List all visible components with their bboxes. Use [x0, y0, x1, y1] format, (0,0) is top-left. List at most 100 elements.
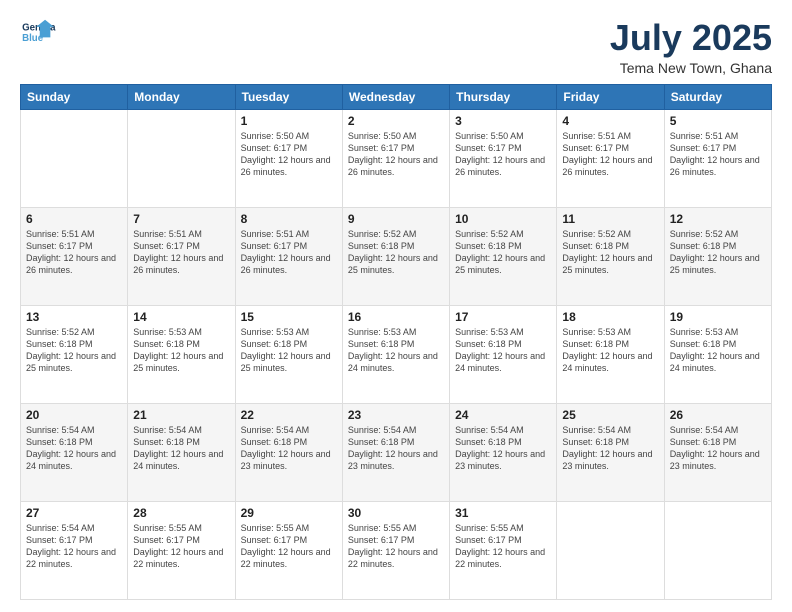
- day-info: Sunrise: 5:52 AM Sunset: 6:18 PM Dayligh…: [348, 228, 444, 277]
- header-wednesday: Wednesday: [342, 84, 449, 109]
- calendar-cell: 5Sunrise: 5:51 AM Sunset: 6:17 PM Daylig…: [664, 109, 771, 207]
- day-number: 10: [455, 212, 551, 226]
- day-info: Sunrise: 5:51 AM Sunset: 6:17 PM Dayligh…: [133, 228, 229, 277]
- day-info: Sunrise: 5:51 AM Sunset: 6:17 PM Dayligh…: [670, 130, 766, 179]
- day-info: Sunrise: 5:54 AM Sunset: 6:18 PM Dayligh…: [562, 424, 658, 473]
- day-number: 12: [670, 212, 766, 226]
- calendar-cell: [128, 109, 235, 207]
- day-info: Sunrise: 5:54 AM Sunset: 6:18 PM Dayligh…: [348, 424, 444, 473]
- week-row-2: 6Sunrise: 5:51 AM Sunset: 6:17 PM Daylig…: [21, 207, 772, 305]
- day-number: 15: [241, 310, 337, 324]
- calendar-cell: [664, 501, 771, 599]
- day-info: Sunrise: 5:50 AM Sunset: 6:17 PM Dayligh…: [455, 130, 551, 179]
- header-monday: Monday: [128, 84, 235, 109]
- day-number: 16: [348, 310, 444, 324]
- calendar-cell: 10 Sunrise: 5:52 AM Sunset: 6:18 PM Dayli…: [450, 207, 557, 305]
- week-row-4: 20 Sunrise: 5:54 AM Sunset: 6:18 PM Dayli…: [21, 403, 772, 501]
- calendar-cell: 18Sunrise: 5:53 AM Sunset: 6:18 PM Dayli…: [557, 305, 664, 403]
- calendar-cell: 17 Sunrise: 5:53 AM Sunset: 6:18 PM Dayli…: [450, 305, 557, 403]
- day-number: 14: [133, 310, 229, 324]
- calendar-cell: 9 Sunrise: 5:52 AM Sunset: 6:18 PM Daylig…: [342, 207, 449, 305]
- calendar-cell: 22Sunrise: 5:54 AM Sunset: 6:18 PM Dayli…: [235, 403, 342, 501]
- day-info: Sunrise: 5:52 AM Sunset: 6:18 PM Dayligh…: [670, 228, 766, 277]
- day-number: 31: [455, 506, 551, 520]
- main-title: July 2025: [610, 18, 772, 58]
- day-info: Sunrise: 5:54 AM Sunset: 6:17 PM Dayligh…: [26, 522, 122, 571]
- calendar-cell: 25 Sunrise: 5:54 AM Sunset: 6:18 PM Dayli…: [557, 403, 664, 501]
- day-info: Sunrise: 5:53 AM Sunset: 6:18 PM Dayligh…: [133, 326, 229, 375]
- day-number: 2: [348, 114, 444, 128]
- day-info: Sunrise: 5:55 AM Sunset: 6:17 PM Dayligh…: [455, 522, 551, 571]
- calendar-cell: 11Sunrise: 5:52 AM Sunset: 6:18 PM Dayli…: [557, 207, 664, 305]
- day-info: Sunrise: 5:54 AM Sunset: 6:18 PM Dayligh…: [455, 424, 551, 473]
- svg-text:General: General: [22, 22, 56, 33]
- calendar-cell: 7Sunrise: 5:51 AM Sunset: 6:17 PM Daylig…: [128, 207, 235, 305]
- calendar-cell: 8Sunrise: 5:51 AM Sunset: 6:17 PM Daylig…: [235, 207, 342, 305]
- day-info: Sunrise: 5:52 AM Sunset: 6:18 PM Dayligh…: [455, 228, 551, 277]
- calendar-cell: 26 Sunrise: 5:54 AM Sunset: 6:18 PM Dayli…: [664, 403, 771, 501]
- day-number: 11: [562, 212, 658, 226]
- calendar-cell: 19 Sunrise: 5:53 AM Sunset: 6:18 PM Dayli…: [664, 305, 771, 403]
- day-info: Sunrise: 5:52 AM Sunset: 6:18 PM Dayligh…: [26, 326, 122, 375]
- day-number: 27: [26, 506, 122, 520]
- calendar-cell: 2Sunrise: 5:50 AM Sunset: 6:17 PM Daylig…: [342, 109, 449, 207]
- day-number: 1: [241, 114, 337, 128]
- page: General Blue July 2025 Tema New Town, Gh…: [0, 0, 792, 612]
- calendar-cell: 13 Sunrise: 5:52 AM Sunset: 6:18 PM Dayli…: [21, 305, 128, 403]
- header-saturday: Saturday: [664, 84, 771, 109]
- week-row-3: 13 Sunrise: 5:52 AM Sunset: 6:18 PM Dayli…: [21, 305, 772, 403]
- day-number: 23: [348, 408, 444, 422]
- calendar-cell: 1 Sunrise: 5:50 AM Sunset: 6:17 PM Daylig…: [235, 109, 342, 207]
- day-info: Sunrise: 5:53 AM Sunset: 6:18 PM Dayligh…: [241, 326, 337, 375]
- day-number: 26: [670, 408, 766, 422]
- logo: General Blue: [20, 18, 56, 48]
- day-info: Sunrise: 5:51 AM Sunset: 6:17 PM Dayligh…: [26, 228, 122, 277]
- calendar-cell: 12 Sunrise: 5:52 AM Sunset: 6:18 PM Dayli…: [664, 207, 771, 305]
- day-number: 3: [455, 114, 551, 128]
- calendar-cell: [557, 501, 664, 599]
- day-info: Sunrise: 5:54 AM Sunset: 6:18 PM Dayligh…: [26, 424, 122, 473]
- day-info: Sunrise: 5:55 AM Sunset: 6:17 PM Dayligh…: [241, 522, 337, 571]
- day-info: Sunrise: 5:53 AM Sunset: 6:18 PM Dayligh…: [348, 326, 444, 375]
- day-info: Sunrise: 5:54 AM Sunset: 6:18 PM Dayligh…: [670, 424, 766, 473]
- calendar-cell: 21Sunrise: 5:54 AM Sunset: 6:18 PM Dayli…: [128, 403, 235, 501]
- calendar-cell: 16 Sunrise: 5:53 AM Sunset: 6:18 PM Dayli…: [342, 305, 449, 403]
- header-sunday: Sunday: [21, 84, 128, 109]
- header-row: Sunday Monday Tuesday Wednesday Thursday…: [21, 84, 772, 109]
- calendar-cell: 20 Sunrise: 5:54 AM Sunset: 6:18 PM Dayli…: [21, 403, 128, 501]
- day-number: 20: [26, 408, 122, 422]
- day-number: 13: [26, 310, 122, 324]
- week-row-1: 1 Sunrise: 5:50 AM Sunset: 6:17 PM Daylig…: [21, 109, 772, 207]
- day-number: 19: [670, 310, 766, 324]
- header-tuesday: Tuesday: [235, 84, 342, 109]
- calendar-table: Sunday Monday Tuesday Wednesday Thursday…: [20, 84, 772, 600]
- calendar-cell: 4Sunrise: 5:51 AM Sunset: 6:17 PM Daylig…: [557, 109, 664, 207]
- day-number: 30: [348, 506, 444, 520]
- calendar-cell: 6Sunrise: 5:51 AM Sunset: 6:17 PM Daylig…: [21, 207, 128, 305]
- calendar-cell: 31 Sunrise: 5:55 AM Sunset: 6:17 PM Dayli…: [450, 501, 557, 599]
- calendar-cell: 29 Sunrise: 5:55 AM Sunset: 6:17 PM Dayli…: [235, 501, 342, 599]
- day-number: 28: [133, 506, 229, 520]
- day-number: 21: [133, 408, 229, 422]
- day-info: Sunrise: 5:55 AM Sunset: 6:17 PM Dayligh…: [348, 522, 444, 571]
- day-number: 4: [562, 114, 658, 128]
- calendar-cell: 15 Sunrise: 5:53 AM Sunset: 6:18 PM Dayli…: [235, 305, 342, 403]
- day-number: 25: [562, 408, 658, 422]
- day-number: 9: [348, 212, 444, 226]
- day-info: Sunrise: 5:50 AM Sunset: 6:17 PM Dayligh…: [241, 130, 337, 179]
- calendar-cell: 27 Sunrise: 5:54 AM Sunset: 6:17 PM Dayli…: [21, 501, 128, 599]
- calendar-cell: 24 Sunrise: 5:54 AM Sunset: 6:18 PM Dayli…: [450, 403, 557, 501]
- day-number: 17: [455, 310, 551, 324]
- day-info: Sunrise: 5:53 AM Sunset: 6:18 PM Dayligh…: [455, 326, 551, 375]
- title-block: July 2025 Tema New Town, Ghana: [610, 18, 772, 76]
- calendar-cell: 14 Sunrise: 5:53 AM Sunset: 6:18 PM Dayli…: [128, 305, 235, 403]
- day-info: Sunrise: 5:53 AM Sunset: 6:18 PM Dayligh…: [670, 326, 766, 375]
- calendar-cell: 28 Sunrise: 5:55 AM Sunset: 6:17 PM Dayli…: [128, 501, 235, 599]
- day-info: Sunrise: 5:53 AM Sunset: 6:18 PM Dayligh…: [562, 326, 658, 375]
- day-number: 24: [455, 408, 551, 422]
- day-number: 29: [241, 506, 337, 520]
- subtitle: Tema New Town, Ghana: [610, 60, 772, 76]
- day-info: Sunrise: 5:55 AM Sunset: 6:17 PM Dayligh…: [133, 522, 229, 571]
- header-friday: Friday: [557, 84, 664, 109]
- header: General Blue July 2025 Tema New Town, Gh…: [20, 18, 772, 76]
